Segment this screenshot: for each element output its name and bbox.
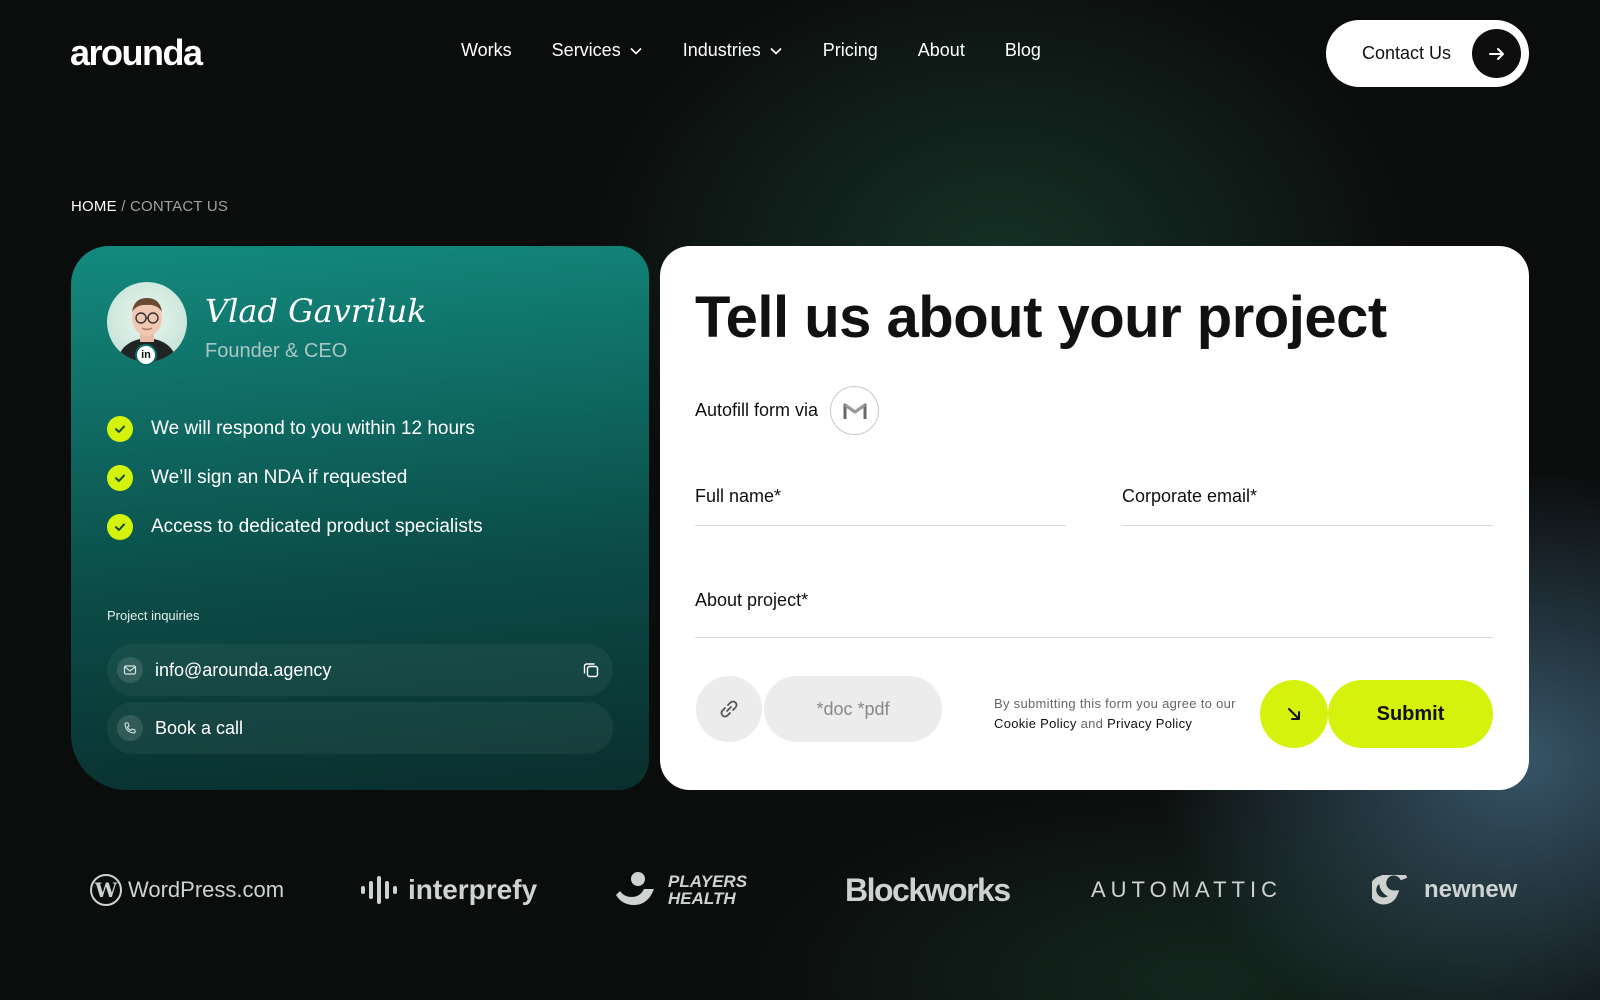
automattic-logo: AUTOMATTIC: [1091, 877, 1282, 902]
about-project-input[interactable]: [695, 615, 1493, 635]
autofill-row: Autofill form via: [695, 386, 880, 435]
nav-item-industries[interactable]: Industries: [683, 40, 783, 61]
person-name: Vlad Gavriluk: [205, 292, 427, 330]
breadcrumb-home[interactable]: HOME: [71, 198, 117, 215]
nav-item-label: Pricing: [822, 40, 878, 60]
check-icon: [107, 465, 133, 491]
nav-item-label: Services: [551, 40, 621, 60]
logo[interactable]: arounda: [70, 32, 203, 74]
cookie-policy-link[interactable]: Cookie Policy: [994, 716, 1077, 731]
full-name-input[interactable]: [695, 511, 1066, 531]
breadcrumb-current: CONTACT US: [129, 198, 229, 215]
list-item: We will respond to you within 12 hours: [107, 416, 483, 442]
copy-icon[interactable]: [581, 660, 601, 680]
form-title: Tell us about your project: [695, 285, 1387, 350]
contact-us-button[interactable]: Contact Us: [1326, 20, 1529, 87]
breadcrumb-separator: /: [121, 198, 126, 215]
interprefy-logo: interprefy: [360, 860, 537, 920]
autofill-label: Autofill form via: [695, 400, 819, 420]
gmail-autofill-button[interactable]: [830, 386, 880, 435]
wordpress-logo: W WordPress.com: [90, 860, 284, 920]
person-role: Founder & CEO: [205, 340, 348, 362]
paperclip-icon: [720, 700, 738, 718]
email-row[interactable]: info@arounda.agency: [107, 644, 613, 696]
newnew-logo: newnew: [1372, 860, 1517, 920]
phone-icon: [117, 715, 143, 741]
players-health-logo: PLAYERS HEALTH: [614, 860, 747, 920]
health-text: HEALTH: [668, 889, 736, 908]
list-item: We’ll sign an NDA if requested: [107, 465, 483, 491]
nav-item-label: Blog: [1004, 40, 1041, 60]
benefit-text: Access to dedicated product specialists: [151, 516, 483, 537]
check-icon: [107, 416, 133, 442]
corporate-email-input[interactable]: [1122, 511, 1493, 531]
corporate-email-label: Corporate email*: [1122, 486, 1258, 506]
book-call-row[interactable]: Book a call: [107, 702, 613, 754]
main-menu: Works Services Industries Pricing About …: [461, 40, 1041, 61]
consent-and: and: [1080, 716, 1104, 731]
soundwave-icon: [361, 876, 397, 904]
benefit-text: We’ll sign an NDA if requested: [151, 467, 408, 488]
infinity-icon: [1372, 875, 1408, 905]
nav-item-services[interactable]: Services: [552, 40, 643, 61]
contact-info-card: in Vlad Gavriluk Founder & CEO We will r…: [71, 246, 649, 790]
arrow-right-icon: [1472, 29, 1521, 78]
email-address[interactable]: info@arounda.agency: [155, 660, 331, 681]
check-icon: [107, 514, 133, 540]
nav-item-label: Works: [461, 40, 512, 60]
consent-prefix: By submitting this form you agree to our: [994, 696, 1236, 711]
gmail-icon: [843, 403, 867, 419]
list-item: Access to dedicated product specialists: [107, 514, 483, 540]
corporate-email-field: Corporate email*: [1122, 486, 1493, 531]
person-mark-icon: [616, 872, 654, 905]
wordpress-icon: W: [90, 874, 122, 906]
about-project-label: About project*: [695, 590, 809, 610]
mail-icon: [117, 657, 143, 683]
interprefy-text: interprefy: [408, 874, 538, 905]
blockworks-logo: Blockworks: [845, 871, 1011, 908]
arrow-down-right-icon: [1288, 708, 1300, 720]
submit-arrow-button[interactable]: [1260, 680, 1328, 748]
linkedin-icon[interactable]: in: [135, 344, 157, 366]
file-types-hint: *doc *pdf: [764, 676, 942, 742]
client-logos: W WordPress.com interprefy PLAYERS HEALT…: [0, 860, 1600, 920]
nav-item-label: About: [917, 40, 965, 60]
wordpress-text: WordPress.com: [128, 877, 285, 902]
nav-item-label: Industries: [682, 40, 761, 60]
about-project-field: About project*: [695, 590, 1493, 638]
project-form-card: Tell us about your project Autofill form…: [660, 246, 1529, 790]
chevron-down-icon: [629, 44, 643, 58]
chevron-down-icon: [769, 44, 783, 58]
project-inquiries-label: Project inquiries: [107, 608, 200, 623]
benefits-list: We will respond to you within 12 hours W…: [107, 416, 483, 563]
consent-text: By submitting this form you agree to our…: [994, 694, 1254, 734]
full-name-field: Full name*: [695, 486, 1066, 531]
breadcrumb: HOME / CONTACT US: [71, 198, 228, 215]
submit-button[interactable]: Submit: [1328, 680, 1493, 748]
nav-item-blog[interactable]: Blog: [1005, 40, 1041, 61]
attach-file-button[interactable]: [696, 676, 762, 742]
full-name-label: Full name*: [695, 486, 782, 506]
contact-us-label: Contact Us: [1362, 43, 1452, 63]
top-nav: arounda Works Services Industries Pricin…: [0, 0, 1600, 106]
book-call-label: Book a call: [155, 717, 244, 738]
benefit-text: We will respond to you within 12 hours: [151, 418, 475, 439]
nav-item-about[interactable]: About: [918, 40, 965, 61]
privacy-policy-link[interactable]: Privacy Policy: [1107, 716, 1192, 731]
newnew-text: newnew: [1424, 876, 1518, 903]
nav-item-pricing[interactable]: Pricing: [823, 40, 878, 61]
nav-item-works[interactable]: Works: [461, 40, 512, 61]
